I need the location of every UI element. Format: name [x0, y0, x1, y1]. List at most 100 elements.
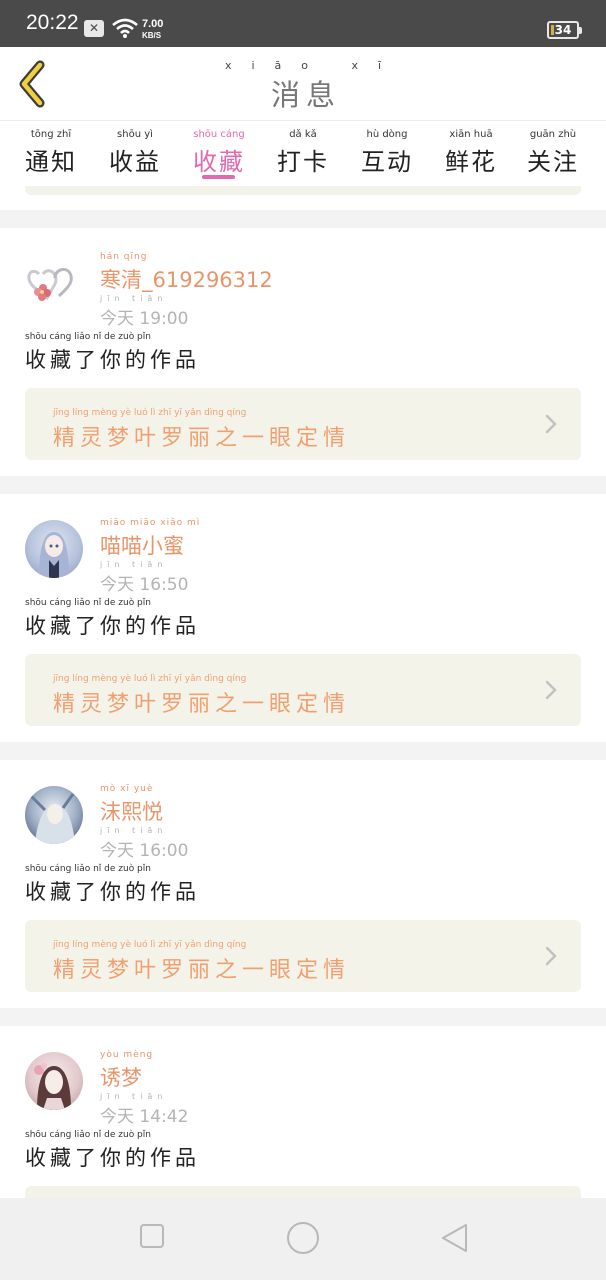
action-text: shōu cáng liǎo nǐ de zuò pǐn 收藏了你的作品 [25, 598, 200, 640]
username-text: 寒清_619296312 [100, 268, 273, 292]
home-icon [287, 1222, 319, 1254]
username[interactable]: mò xī yuè 沫熙悦 [100, 784, 163, 826]
action-text: shōu cáng liǎo nǐ de zuò pǐn 收藏了你的作品 [25, 864, 200, 906]
battery-level: 34 [554, 23, 572, 37]
username[interactable]: yòu mèng 诱梦 [100, 1050, 153, 1092]
action-pinyin: shōu cáng liǎo nǐ de zuò pǐn [25, 332, 151, 342]
page-title-pinyin: xiāo xī [224, 59, 402, 72]
work-link[interactable]: jīng líng mèng yè luó lì zhī yī yǎn dìng… [25, 654, 581, 726]
tab-label: 互动 [361, 148, 413, 176]
timestamp: jīn tiān 今天 16:50 [100, 560, 189, 595]
username-text: 诱梦 [100, 1066, 142, 1090]
heart-charm-avatar-icon [27, 268, 73, 301]
list-item: miāo miāo xiǎo mì 喵喵小蜜 jīn tiān 今天 16:50… [0, 494, 606, 742]
back-triangle-icon [442, 1224, 467, 1252]
list-item: mò xī yuè 沫熙悦 jīn tiān 今天 16:00 shōu cán… [0, 760, 606, 1008]
message-list[interactable]: hán qīng 寒清_619296312 jīn tiān 今天 19:00 … [0, 186, 606, 1198]
previous-card-tail [0, 186, 606, 210]
username-pinyin: miāo miāo xiǎo mì [100, 518, 201, 528]
home-button[interactable] [286, 1221, 320, 1259]
avatar[interactable] [25, 1052, 83, 1110]
work-link[interactable]: jīng líng mèng yè luó lì zhī yī yǎn dìng… [25, 920, 581, 992]
tab-interaction[interactable]: hù dòng 互动 [361, 129, 413, 177]
username-text: 喵喵小蜜 [100, 534, 184, 558]
chevron-right-icon [545, 680, 557, 700]
recent-apps-button[interactable] [139, 1223, 165, 1253]
username-pinyin: yòu mèng [100, 1050, 154, 1060]
tab-notifications[interactable]: tōng zhī 通知 [25, 129, 77, 177]
list-item: yòu mèng 诱梦 jīn tiān 今天 14:42 shōu cáng … [0, 1026, 606, 1198]
tab-label: 关注 [527, 148, 579, 176]
username[interactable]: hán qīng 寒清_619296312 [100, 252, 273, 294]
list-item: hán qīng 寒清_619296312 jīn tiān 今天 19:00 … [0, 228, 606, 476]
notification-x-icon: ✕ [84, 20, 104, 37]
timestamp: jīn tiān 今天 16:00 [100, 826, 189, 861]
status-bar: 20:22 ✕ 7.00 KB/S 34 [0, 0, 606, 47]
back-nav-button[interactable] [440, 1222, 470, 1258]
tab-checkin[interactable]: dǎ kǎ 打卡 [277, 129, 329, 177]
tab-pinyin: xiān huā [449, 129, 493, 140]
net-speed: 7.00 KB/S [142, 19, 163, 41]
avatar[interactable] [25, 786, 83, 844]
tab-pinyin: guān zhù [529, 129, 577, 140]
tab-label: 收益 [109, 148, 161, 176]
anime-girl-avatar-icon [34, 1063, 71, 1110]
action-label: 收藏了你的作品 [25, 614, 200, 638]
username[interactable]: miāo miāo xiǎo mì 喵喵小蜜 [100, 518, 200, 560]
avatar[interactable] [25, 254, 83, 312]
avatar[interactable] [25, 520, 83, 578]
time-prefix-pinyin: jīn tiān [100, 1092, 168, 1101]
recent-apps-icon [140, 1224, 164, 1248]
work-link[interactable]: jīng líng mèng yè luó lì zhī yī yǎn dìng… [25, 388, 581, 460]
page-title-text: 消息 [270, 78, 341, 112]
work-title: 精灵梦叶罗丽之一眼定情 [53, 426, 351, 451]
action-pinyin: shōu cáng liǎo nǐ de zuò pǐn [25, 598, 151, 608]
tab-pinyin: dǎ kǎ [289, 129, 317, 140]
time-prefix: 今天 [100, 841, 134, 861]
tab-label: 收藏 [193, 148, 245, 176]
time-value: 19:00 [139, 309, 189, 329]
time-value: 14:42 [139, 1107, 189, 1127]
tab-earnings[interactable]: shōu yì 收益 [109, 129, 161, 177]
action-label: 收藏了你的作品 [25, 880, 200, 904]
work-title: 精灵梦叶罗丽之一眼定情 [53, 692, 351, 717]
time-value: 16:50 [139, 575, 189, 595]
time-prefix-pinyin: jīn tiān [100, 826, 168, 835]
username-pinyin: mò xī yuè [100, 784, 154, 794]
system-nav-bar [0, 1198, 606, 1280]
page-title: xiāo xī 消息 [0, 59, 606, 114]
tab-following[interactable]: guān zhù 关注 [527, 129, 579, 177]
tab-pinyin: hù dòng [366, 129, 408, 140]
timestamp: jīn tiān 今天 14:42 [100, 1092, 189, 1127]
net-speed-unit: KB/S [142, 31, 162, 40]
time-prefix: 今天 [100, 1107, 134, 1127]
anime-character-avatar-icon [29, 793, 75, 844]
time-prefix-pinyin: jīn tiān [100, 294, 168, 303]
work-title-pinyin: jīng líng mèng yè luó lì zhī yī yǎn dìng… [53, 940, 247, 950]
time-prefix: 今天 [100, 575, 134, 595]
tab-flowers[interactable]: xiān huā 鲜花 [445, 129, 497, 177]
username-text: 沫熙悦 [100, 800, 163, 824]
work-title-pinyin: jīng líng mèng yè luó lì zhī yī yǎn dìng… [53, 408, 247, 418]
tab-pinyin: shōu cáng [193, 129, 245, 140]
tab-label: 鲜花 [445, 148, 497, 176]
status-time: 20:22 [26, 11, 79, 34]
work-link[interactable] [25, 1186, 581, 1198]
time-value: 16:00 [139, 841, 189, 861]
wifi-icon [112, 18, 138, 38]
action-text: shōu cáng liǎo nǐ de zuò pǐn 收藏了你的作品 [25, 1130, 200, 1172]
action-pinyin: shōu cáng liǎo nǐ de zuò pǐn [25, 1130, 151, 1140]
tab-label: 通知 [25, 148, 77, 176]
anime-girl-avatar-icon [39, 532, 69, 578]
tab-pinyin: shōu yì [117, 129, 153, 140]
battery-icon: 34 [547, 21, 582, 39]
tab-favorites[interactable]: shōu cáng 收藏 [193, 129, 245, 177]
header: xiāo xī 消息 [0, 47, 606, 121]
time-prefix-pinyin: jīn tiān [100, 560, 168, 569]
tab-bar: tōng zhī 通知 shōu yì 收益 shōu cáng 收藏 dǎ k… [0, 121, 606, 186]
chevron-right-icon [545, 414, 557, 434]
net-speed-value: 7.00 [142, 18, 164, 30]
tab-label: 打卡 [277, 148, 329, 176]
active-tab-indicator [202, 175, 235, 179]
work-title: 精灵梦叶罗丽之一眼定情 [53, 958, 351, 983]
